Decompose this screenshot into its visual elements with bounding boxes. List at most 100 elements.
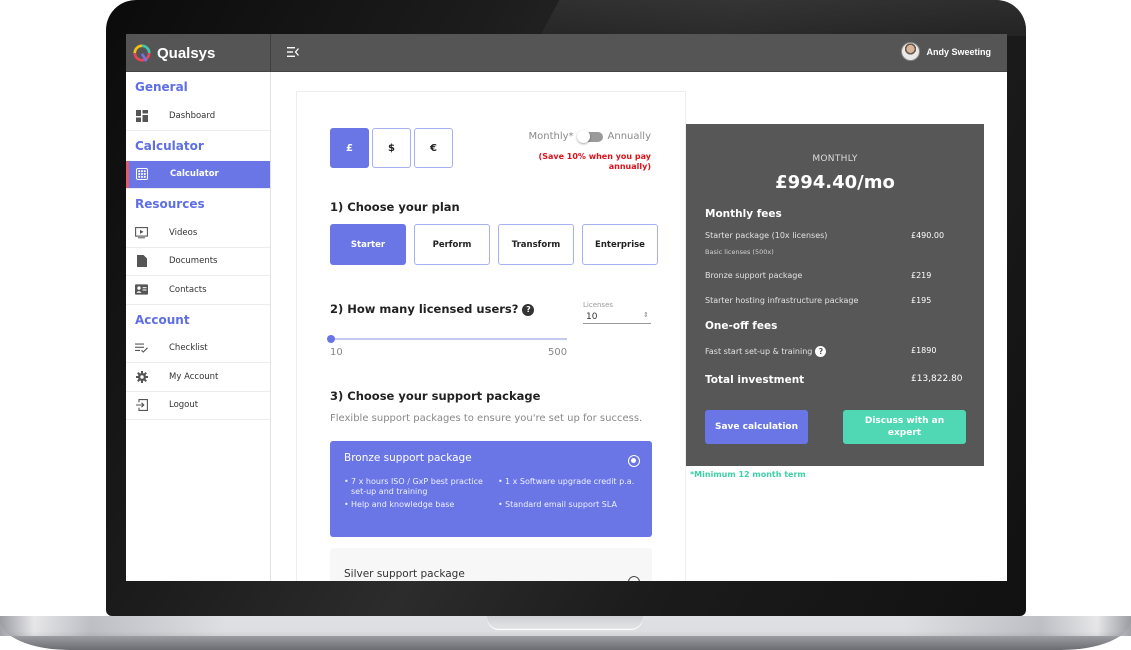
sidebar-section-resources: Resources [135,197,205,211]
fee-label: Starter hosting infrastructure package [705,296,859,305]
fee-sub-label: Basic licenses (500x) [705,248,774,256]
step-3-subtitle: Flexible support packages to ensure you'… [330,413,643,424]
plan-transform-button[interactable]: Transform [498,224,574,265]
step-1-title: 1) Choose your plan [330,200,460,214]
avatar [901,42,921,61]
slider-track [330,338,567,340]
step-3-title: 3) Choose your support package [330,389,541,403]
logout-icon [135,399,148,412]
top-bar: Qualsys Andy Sweeting [126,34,1007,72]
fee-amount: £490.00 [911,231,945,240]
laptop-notch [487,616,643,630]
oneoff-fees-heading: One-off fees [705,320,778,332]
laptop-mockup: Qualsys Andy Sweeting General Dashboard … [0,0,1131,650]
summary-period: MONTHLY [812,154,858,164]
sidebar-item-logout[interactable]: Logout [126,392,270,420]
fee-label: Starter package (10x licenses) [705,231,828,240]
licenses-label: Licenses [583,301,614,309]
document-icon [135,255,148,268]
plan-starter-button[interactable]: Starter [330,224,406,265]
support-package-silver[interactable]: Silver support package [330,548,652,581]
sidebar-item-label: Logout [169,400,199,411]
fee-row: Starter hosting infrastructure package £… [705,296,965,305]
lid-reflection [540,0,1026,36]
billing-period-toggle-group: Monthly* Annually [528,129,651,143]
radio-unselected[interactable] [628,576,640,581]
sidebar-item-my-account[interactable]: My Account [126,363,270,392]
sidebar: General Dashboard Calculator Calculator … [126,72,271,581]
sidebar-section-calculator: Calculator [135,138,204,153]
brand-name: Qualsys [157,44,216,62]
dashboard-icon [135,109,148,122]
sidebar-item-videos[interactable]: Videos [126,219,270,248]
save-calculation-button[interactable]: Save calculation [705,410,808,444]
sidebar-item-checklist[interactable]: Checklist [126,335,270,363]
plan-selector: Starter Perform Transform Enterprise [330,224,658,265]
fee-amount: £195 [911,296,932,305]
monthly-fees-heading: Monthly fees [705,208,782,220]
sidebar-item-documents[interactable]: Documents [126,248,270,276]
sidebar-item-calculator[interactable]: Calculator [126,160,270,189]
feature-item: 1 x Software upgrade credit p.a. [498,477,644,497]
qualsys-logo-icon [133,44,151,62]
sidebar-item-contacts[interactable]: Contacts [126,276,270,305]
step-2-title: 2) How many licensed users? [330,302,519,316]
video-icon [135,226,148,239]
gear-icon [135,370,148,383]
fee-amount: £219 [911,271,932,280]
brand[interactable]: Qualsys [126,34,271,72]
sidebar-item-label: My Account [169,371,219,382]
discuss-expert-button[interactable]: Discuss with an expert [843,410,966,444]
help-icon[interactable]: ? [522,303,535,316]
contact-card-icon [135,283,148,296]
checklist-icon [135,342,148,355]
fee-row: Bronze support package £219 [705,271,965,280]
user-menu[interactable]: Andy Sweeting [901,42,991,61]
plan-perform-button[interactable]: Perform [414,224,490,265]
slider-min-label: 10 [330,347,343,358]
sidebar-section-account: Account [135,312,190,327]
monthly-label: Monthly* [528,131,574,142]
annually-label: Annually [607,131,651,142]
billing-period-toggle[interactable] [576,129,603,143]
calculator-card: £ $ € Monthly* Annually (Save 10% when y… [296,91,686,581]
total-row: Total investment £13,822.80 [705,374,965,386]
feature-item: 7 x hours ISO / GxP best practice set-up… [344,477,490,497]
total-amount: £13,822.80 [911,374,963,384]
help-icon[interactable]: ? [815,346,827,357]
fee-row: Fast start set-up & training? £1890 [705,346,965,357]
licenses-input[interactable] [583,310,651,324]
licenses-slider[interactable] [327,335,567,343]
package-features: 7 x hours ISO / GxP best practice set-up… [344,477,644,510]
summary-price: £994.40/mo [775,172,895,193]
fee-label: Fast start set-up & training [705,347,813,356]
slider-thumb[interactable] [327,335,335,343]
slider-max-label: 500 [548,347,568,358]
package-title: Silver support package [344,568,465,580]
currency-eur-button[interactable]: € [414,128,453,168]
sidebar-item-label: Documents [169,256,218,267]
feature-item: Help and knowledge base [344,500,490,510]
currency-usd-button[interactable]: $ [372,128,411,168]
sidebar-item-label: Calculator [170,169,219,180]
currency-gbp-button[interactable]: £ [330,128,369,168]
price-summary-panel: MONTHLY £994.40/mo Monthly fees Starter … [686,124,984,466]
menu-collapse-icon[interactable] [287,46,301,60]
sidebar-item-dashboard[interactable]: Dashboard [126,102,270,131]
radio-selected[interactable] [628,455,640,467]
app-screen: Qualsys Andy Sweeting General Dashboard … [126,34,1007,581]
sidebar-item-label: Videos [169,227,198,238]
plan-enterprise-button[interactable]: Enterprise [582,224,658,265]
support-package-bronze[interactable]: Bronze support package 7 x hours ISO / G… [330,441,652,537]
currency-selector: £ $ € [330,128,453,168]
sidebar-section-general: General [135,80,188,94]
total-label: Total investment [705,374,805,386]
grid-icon [135,168,148,181]
annual-saving-note: (Save 10% when you pay annually) [538,152,651,171]
fee-row: Starter package (10x licenses) £490.00 [705,231,965,240]
feature-item: Standard email support SLA [498,500,644,510]
stepper-icon[interactable]: ⇕ [643,311,649,319]
sidebar-item-label: Dashboard [169,110,216,121]
minimum-term-note: *Minimum 12 month term [690,470,806,479]
package-title: Bronze support package [344,452,472,464]
